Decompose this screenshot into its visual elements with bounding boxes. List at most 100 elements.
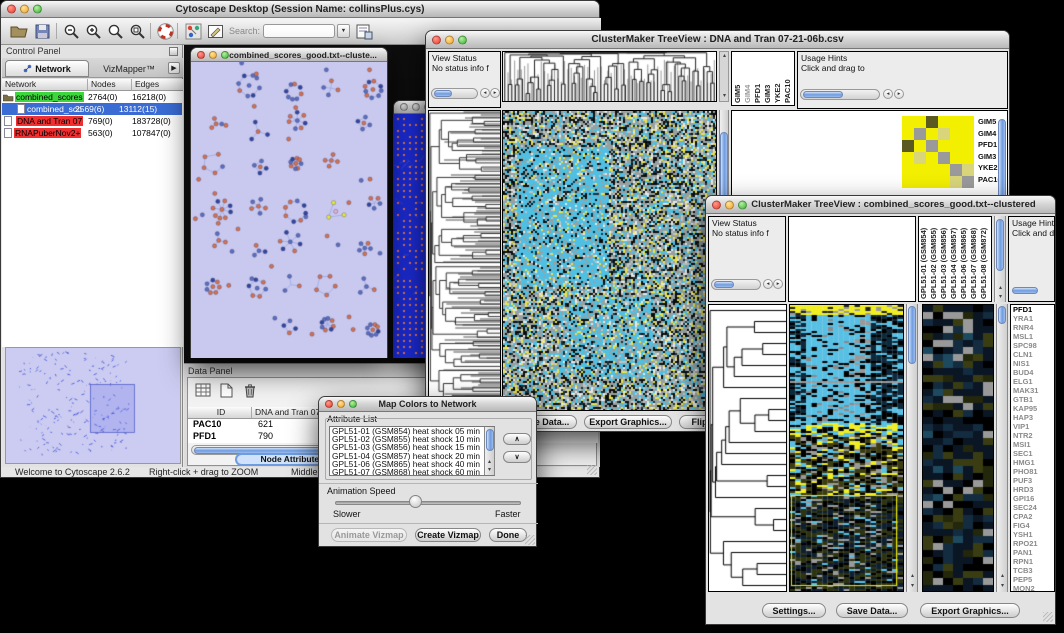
scroll-down-icon[interactable]: ▾ [720, 93, 729, 100]
matrix-cell[interactable] [962, 176, 974, 188]
table-icon[interactable] [193, 380, 213, 400]
window-controls[interactable] [432, 35, 467, 44]
scroll-right-button[interactable]: ▸ [490, 88, 500, 98]
matrix-cell[interactable] [926, 128, 938, 140]
scrollbar-thumb[interactable] [998, 306, 1006, 324]
gene-list-item[interactable]: RPO21 [1011, 539, 1054, 548]
network-row-selected[interactable]: combined_sco 2569(6) 13112(15) [2, 103, 182, 115]
gene-list-item[interactable]: FIG4 [1011, 521, 1054, 530]
create-vizmap-button[interactable]: Create Vizmap [415, 528, 481, 542]
new-document-icon[interactable] [216, 380, 236, 400]
column-dendrogram-canvas[interactable] [502, 51, 717, 102]
save-data-button[interactable]: Save Data... [836, 603, 908, 618]
correlation-matrix[interactable] [902, 116, 974, 188]
resize-grip[interactable] [587, 465, 597, 475]
scroll-right-button[interactable]: ▸ [894, 89, 904, 99]
column-label[interactable]: GIM3 [763, 54, 773, 103]
gene-list-item[interactable]: HAP3 [1011, 413, 1054, 422]
usage-hints-scroll-thumb[interactable] [1012, 287, 1038, 294]
animate-vizmap-button[interactable]: Animate Vizmap [331, 528, 407, 542]
matrix-cell[interactable] [914, 140, 926, 152]
gene-list-item[interactable]: CLN1 [1011, 350, 1054, 359]
trash-icon[interactable] [240, 380, 260, 400]
network-row-rnapuber[interactable]: RNAPuberNov2+ 563(0) 107847(0) [2, 127, 182, 139]
close-icon[interactable] [400, 103, 408, 111]
column-label[interactable]: GPL51-04 (GSM857) [949, 219, 959, 299]
matrix-cell[interactable] [950, 128, 962, 140]
matrix-cell[interactable] [902, 116, 914, 128]
zoom-out-icon[interactable] [61, 21, 81, 41]
scroll-up-icon[interactable]: ▴ [998, 573, 1007, 580]
matrix-cell[interactable] [902, 128, 914, 140]
matrix-cell[interactable] [926, 116, 938, 128]
scrollbar-thumb[interactable] [996, 219, 1004, 271]
search-input[interactable] [263, 24, 335, 38]
gene-list-item[interactable]: ELG1 [1011, 377, 1054, 386]
matrix-cell[interactable] [914, 164, 926, 176]
column-label[interactable]: GIM4 [743, 54, 753, 103]
detail-heatmap-canvas[interactable] [922, 304, 994, 592]
matrix-cell[interactable] [950, 152, 962, 164]
network-row-dna-tran[interactable]: DNA and Tran 07 769(0) 183728(0) [2, 115, 182, 127]
dialog-titlebar[interactable]: Map Colors to Network [319, 397, 536, 412]
matrix-cell[interactable] [962, 152, 974, 164]
matrix-cell[interactable] [902, 140, 914, 152]
close-icon[interactable] [325, 400, 333, 408]
export-graphics-button[interactable]: Export Graphics... [920, 603, 1020, 618]
network-view-titlebar[interactable]: combined_scores_good.txt--cluste... [191, 48, 387, 62]
scroll-up-icon[interactable]: ▴ [908, 573, 917, 580]
column-label[interactable]: PFD1 [753, 54, 763, 103]
tab-vizmapper[interactable]: VizMapper™ [92, 60, 166, 77]
matrix-cell[interactable] [950, 140, 962, 152]
minimize-icon[interactable] [337, 400, 345, 408]
zoom-window-icon[interactable] [458, 35, 467, 44]
gene-list-item[interactable]: PUF3 [1011, 476, 1054, 485]
matrix-cell[interactable] [902, 176, 914, 188]
scroll-up-icon[interactable]: ▴ [720, 53, 729, 60]
matrix-cell[interactable] [950, 176, 962, 188]
tabs-more-button[interactable]: ▶ [168, 62, 180, 74]
gene-list-item[interactable]: MSI1 [1011, 440, 1054, 449]
minimize-icon[interactable] [209, 51, 217, 59]
minimize-icon[interactable] [725, 200, 734, 209]
labels-vscrollbar[interactable]: ▴▾ [994, 216, 1006, 302]
search-dropdown[interactable]: ▼ [337, 24, 350, 38]
help-lifering-icon[interactable] [155, 21, 175, 41]
gene-list-item[interactable]: TCB3 [1011, 566, 1054, 575]
gene-list-item[interactable]: HMG1 [1011, 458, 1054, 467]
network-row-combined-scores[interactable]: combined_scores 2764(0) 16218(0) [2, 91, 182, 103]
minimize-icon[interactable] [412, 103, 420, 111]
zoom-selected-icon[interactable] [127, 21, 147, 41]
column-label[interactable]: GPL51-07 (GSM868) [969, 219, 979, 299]
column-label[interactable]: GPL51-06 (GSM865) [959, 219, 969, 299]
gene-list-item[interactable]: BUD4 [1011, 368, 1054, 377]
zoom-window-icon[interactable] [738, 200, 747, 209]
matrix-cell[interactable] [938, 116, 950, 128]
column-label[interactable]: YKE2 [773, 54, 783, 103]
scroll-down-icon[interactable]: ▾ [908, 583, 917, 590]
zoom-window-icon[interactable] [33, 5, 42, 14]
window-controls[interactable] [197, 51, 229, 59]
usage-hints-hscrollbar[interactable] [800, 89, 880, 100]
attribute-list-item[interactable]: GPL51-07 (GSM868) heat shock 60 min [330, 468, 494, 476]
column-label[interactable]: GIM5 [733, 54, 743, 103]
gene-list-item[interactable]: RNR4 [1011, 323, 1054, 332]
scrollbar-thumb[interactable] [908, 306, 916, 364]
matrix-cell[interactable] [962, 164, 974, 176]
scroll-down-icon[interactable]: ▾ [996, 294, 1005, 301]
close-icon[interactable] [432, 35, 441, 44]
gene-list-item[interactable]: NTR2 [1011, 431, 1054, 440]
minimize-icon[interactable] [20, 5, 29, 14]
gene-list-item[interactable]: GTB1 [1011, 395, 1054, 404]
heatmap-canvas[interactable] [502, 110, 717, 411]
resize-grip[interactable] [1043, 612, 1053, 622]
close-icon[interactable] [712, 200, 721, 209]
window-controls[interactable] [712, 200, 747, 209]
gene-list-item[interactable]: KAP95 [1011, 404, 1054, 413]
slider-thumb[interactable] [409, 495, 422, 508]
animation-speed-slider[interactable] [335, 501, 521, 505]
gene-list-item[interactable]: YSH1 [1011, 530, 1054, 539]
gene-list-item[interactable]: NIS1 [1011, 359, 1054, 368]
gene-list-item[interactable]: YRA1 [1011, 314, 1054, 323]
gene-list-item[interactable]: MSL1 [1011, 332, 1054, 341]
